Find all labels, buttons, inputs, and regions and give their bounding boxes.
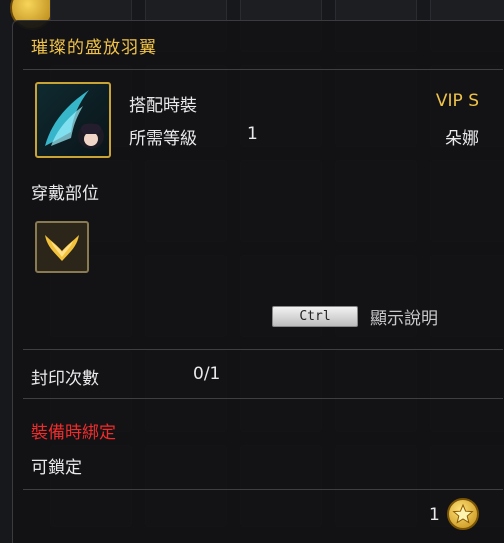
- divider: [23, 69, 503, 70]
- item-title: 璀璨的盛放羽翼: [31, 38, 157, 58]
- bind-on-equip-text: 裝備時綁定: [31, 423, 116, 443]
- lockable-text: 可鎖定: [31, 458, 82, 478]
- ctrl-key-button[interactable]: Ctrl: [272, 306, 358, 327]
- divider: [23, 349, 503, 350]
- item-type-label: 搭配時裝: [129, 96, 197, 116]
- divider: [23, 398, 503, 399]
- required-level-value: 1: [247, 124, 258, 144]
- seal-count-value: 0/1: [193, 364, 221, 384]
- gold-star-coin-icon: [447, 498, 479, 530]
- required-level-label: 所需等級: [129, 129, 197, 149]
- character-name: 朵娜: [445, 129, 479, 149]
- seal-count-label: 封印次數: [31, 369, 99, 389]
- wings-slot-icon: [35, 221, 89, 273]
- item-tooltip: 璀璨的盛放羽翼 搭配時裝 VIP S 所需等級 1 朵娜 穿戴部位 Ctrl 顯…: [12, 20, 504, 543]
- wear-slot-label: 穿戴部位: [31, 184, 99, 204]
- cost-count: 1: [429, 505, 440, 525]
- divider: [23, 489, 503, 490]
- wing-costume-icon: [35, 82, 111, 158]
- vip-grade-label: VIP S: [435, 91, 479, 111]
- key-hint-description: 顯示說明: [370, 309, 438, 329]
